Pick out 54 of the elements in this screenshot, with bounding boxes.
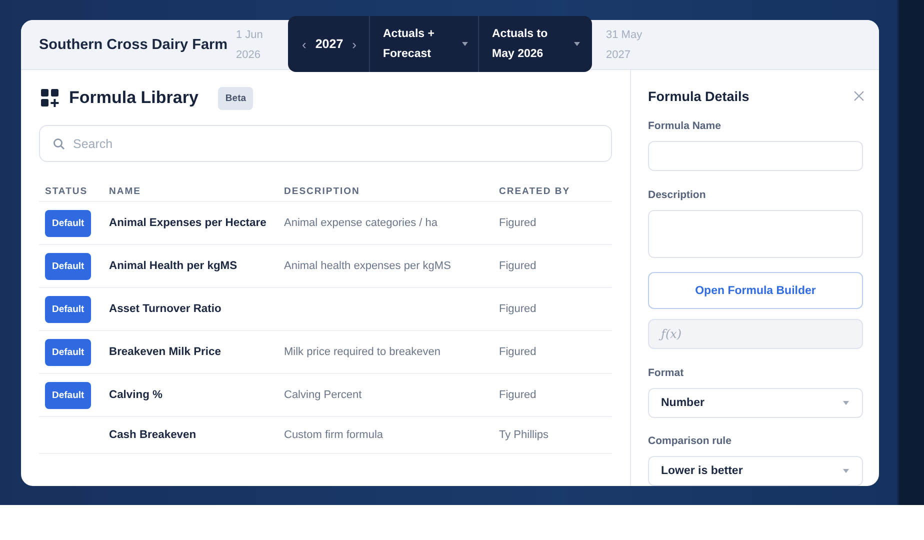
formula-description: Calving Percent [284,389,363,401]
formula-description: Animal health expenses per kgMS [284,260,452,272]
caret-icon [843,401,849,405]
formula-name: Breakeven Milk Price [109,346,222,358]
end-date: 31 May 2027 [606,28,644,62]
default-badge: Default [45,210,92,236]
formula-description: Milk price required to breakeven [284,346,442,358]
select-field[interactable]: Lower is better [648,456,863,486]
search-field[interactable]: Search [39,125,612,162]
formula-author: Ty Phillips [499,429,550,441]
caret-icon [574,42,580,46]
formula-name: Animal Expenses per Hectare [109,217,268,229]
formula-name: Animal Health per kgMS [109,260,238,272]
column-header: DESCRIPTION [284,186,361,197]
formula-author: Figured [499,260,538,272]
period-dropdown[interactable]: Actuals to May 2026 [479,16,590,72]
formula-description: Animal expense categories / ha [284,217,438,229]
caret-icon [462,42,468,46]
default-badge: Default [45,382,92,408]
formula-author: Figured [499,217,538,229]
panel-title: Formula Details [648,88,750,104]
input-field[interactable] [648,141,863,171]
apps-add-icon [41,89,59,107]
beta-badge: Beta [218,86,254,110]
column-header: CREATED BY [499,186,572,197]
formula-name: Calving % [109,389,164,401]
caret-icon [843,469,849,473]
search-icon [53,138,65,150]
next-year-button[interactable]: › [352,36,356,52]
field-label: Comparison rule [648,435,732,448]
text-area[interactable] [648,210,863,258]
formula-name: Asset Turnover Ratio [109,303,222,315]
column-header: NAME [109,186,142,197]
previous-year-button[interactable]: ‹ [302,36,306,52]
default-badge: Default [45,252,92,280]
field-label: Formula Name [648,120,722,133]
period-dropdown[interactable]: Actuals + Forecast [370,16,479,72]
year-label: 2027 [315,37,344,51]
column-header: STATUS [45,186,89,197]
formula-author: Figured [499,303,538,315]
field-label: Description [648,189,707,202]
open-builder-button[interactable]: Open Formula Builder [648,272,863,309]
select-field[interactable]: Number [648,388,863,418]
default-badge: Default [45,338,92,366]
formula-description: Custom firm formula [284,429,384,441]
start-date: 1 Jun 2026 [236,28,264,62]
page-title: Formula Library [69,88,198,108]
formula-author: Figured [499,389,538,401]
field-label: Format [648,367,685,380]
default-badge: Default [45,296,92,322]
formula-name: Cash Breakeven [109,429,198,441]
farm-name: Southern Cross Dairy Farm [39,36,229,52]
close-icon[interactable] [854,91,864,101]
formula-author: Figured [499,346,538,358]
